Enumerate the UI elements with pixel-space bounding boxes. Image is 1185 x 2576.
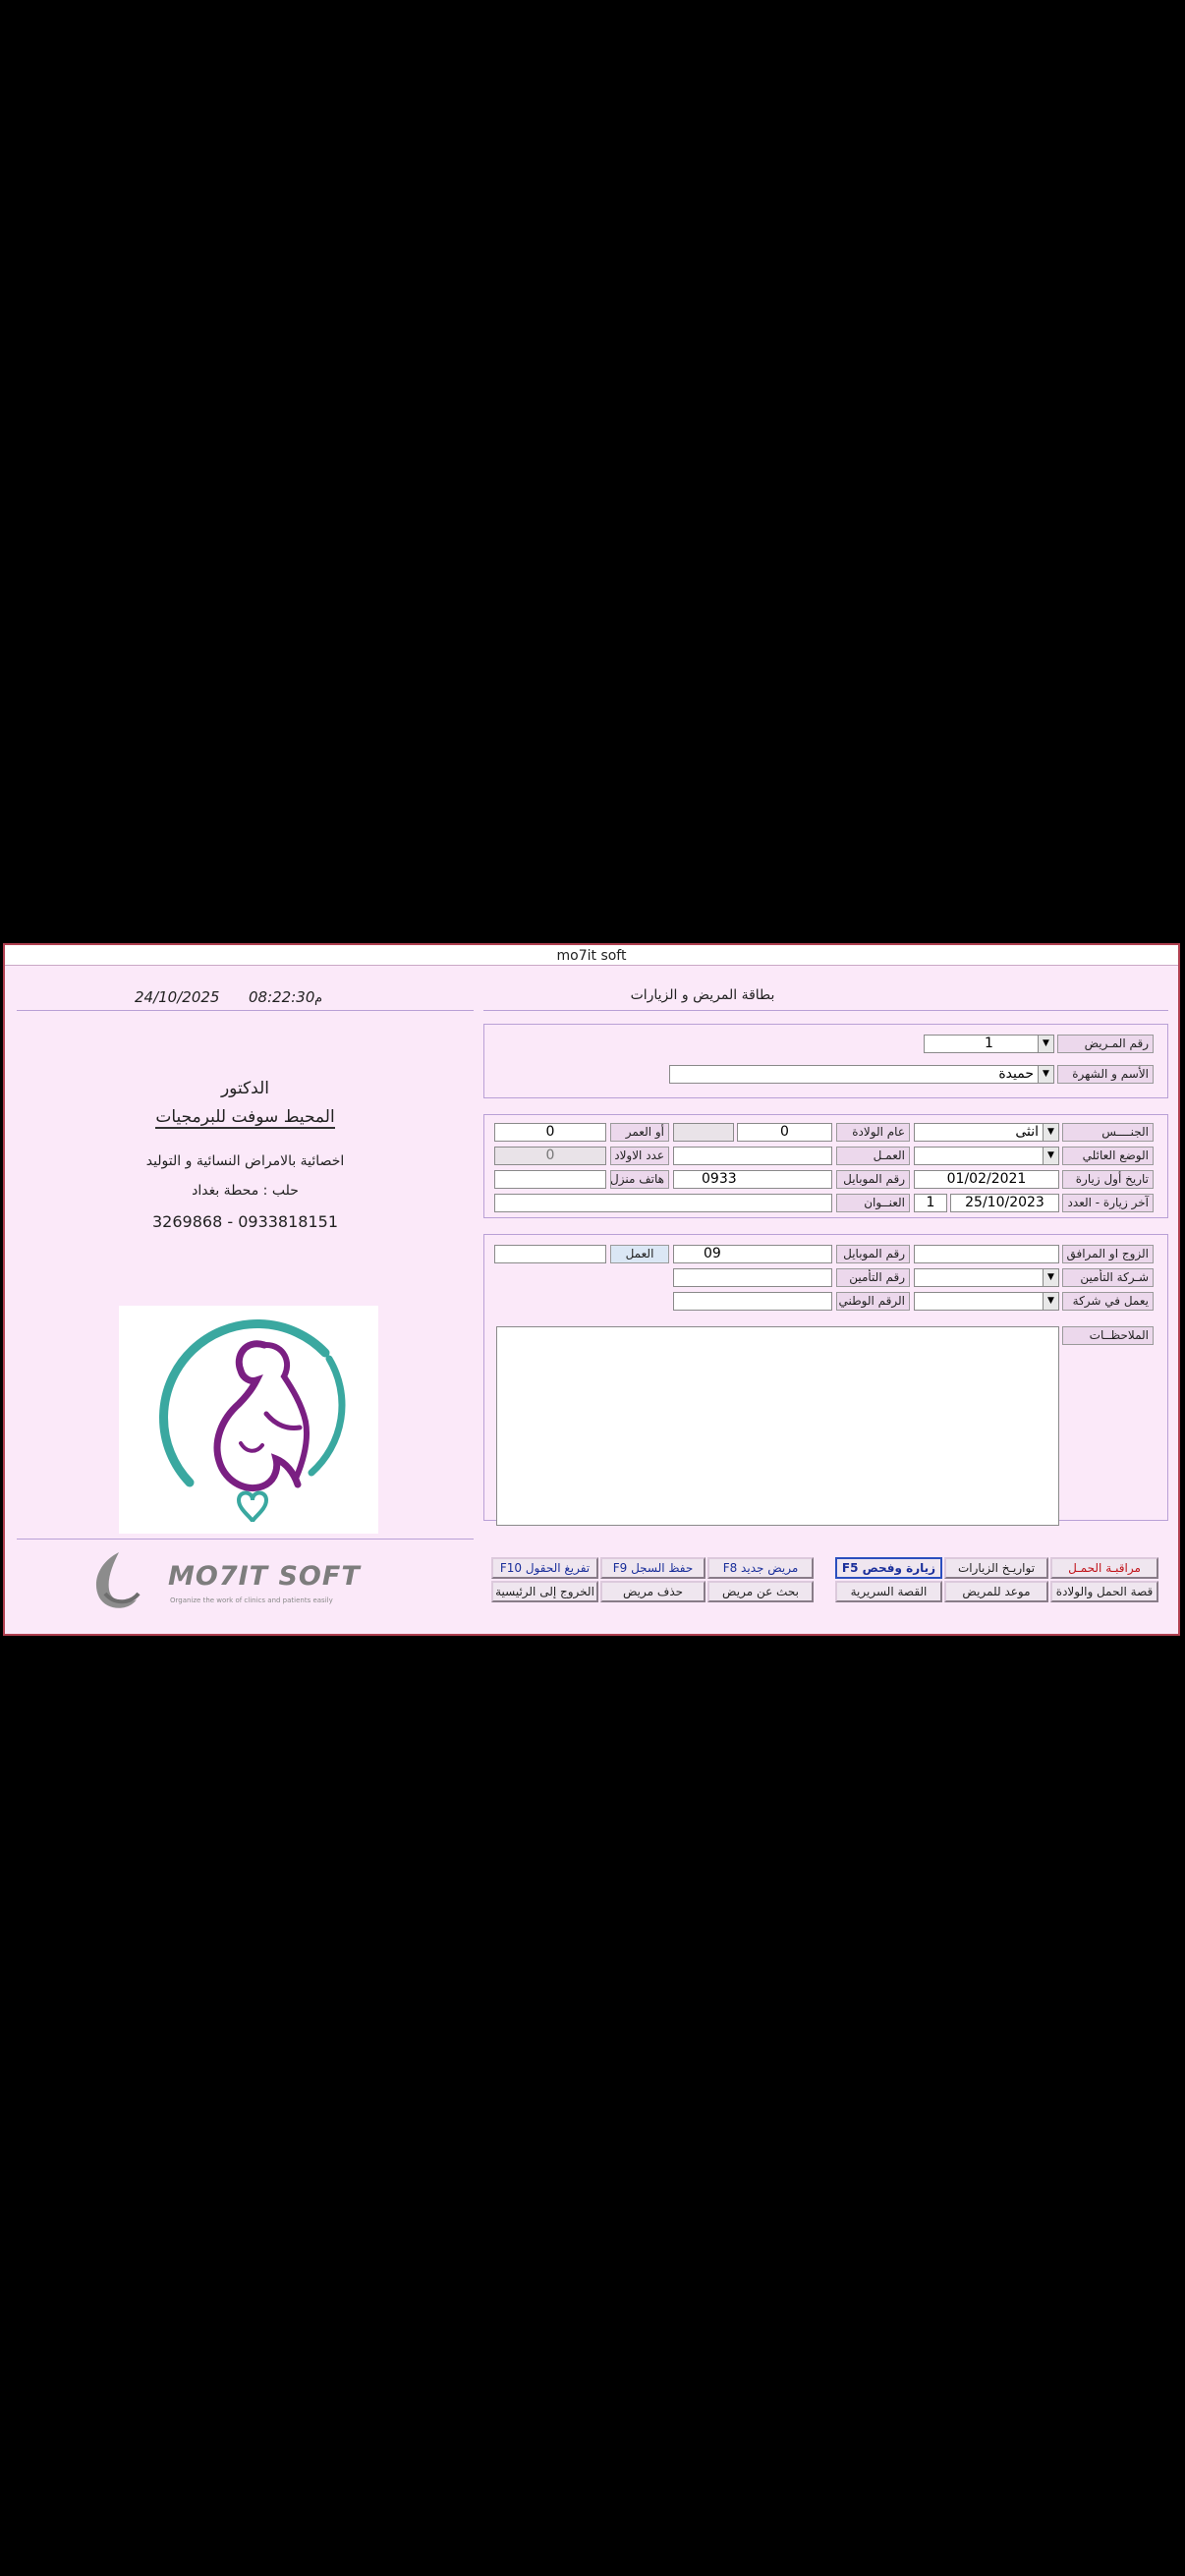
time-suffix: م: [314, 991, 323, 1006]
chevron-down-icon[interactable]: ▼: [1043, 1269, 1058, 1286]
doctor-specialty: اخصائية بالامراض النسائية و التوليد: [145, 1153, 345, 1169]
national-id-label: الرقم الوطني: [836, 1292, 910, 1311]
gender-value: انثى: [1015, 1124, 1039, 1140]
title-bar: mo7it soft: [5, 945, 1178, 966]
work-field[interactable]: [673, 1147, 832, 1165]
employer-field[interactable]: ▼: [914, 1292, 1059, 1311]
visit-exam-button[interactable]: زيارة وفحص F5: [835, 1557, 942, 1579]
back-main-button[interactable]: الخروج إلى الرئيسية: [491, 1581, 598, 1602]
chevron-down-icon[interactable]: ▼: [1043, 1148, 1058, 1164]
visit-count-field: 1: [914, 1194, 947, 1212]
doctor-name: المحيط سوفت للبرمجيات: [17, 1107, 474, 1129]
home-phone-label: هاتف منزل: [610, 1170, 669, 1189]
mo7itsoft-swirl-icon: [85, 1548, 144, 1615]
pregnancy-logo-image: [119, 1306, 378, 1534]
employer-label: يعمل في شركة: [1062, 1292, 1154, 1311]
pregnancy-birth-history-button[interactable]: قصة الحمل والولادة: [1050, 1581, 1158, 1602]
brand-tagline: Organize the work of clinics and patient…: [170, 1596, 333, 1604]
patient-name-value: حميدة: [998, 1066, 1034, 1082]
chevron-down-icon[interactable]: ▼: [1043, 1293, 1058, 1310]
insurance-number-label: رقم التأمين: [836, 1268, 910, 1287]
last-visit-label: آخر زيارة - العدد: [1062, 1194, 1154, 1212]
pregnancy-logo-icon: [159, 1319, 346, 1523]
children-field: 0: [494, 1147, 606, 1165]
current-time: 08:22:30: [249, 988, 315, 1006]
notes-textarea[interactable]: [496, 1326, 1059, 1526]
work-label: العمـل: [836, 1147, 910, 1165]
new-patient-button[interactable]: مريض جديد F8: [707, 1557, 814, 1579]
home-phone-field[interactable]: [494, 1170, 606, 1189]
clinical-history-button[interactable]: القصة السريرية: [835, 1581, 942, 1602]
section-title: بطاقة المريض و الزيارات: [630, 987, 775, 1003]
left-divider-bottom: [17, 1539, 474, 1540]
birth-year-field[interactable]: 0: [737, 1123, 832, 1142]
pregnancy-monitor-button[interactable]: مراقبـة الحمـل: [1050, 1557, 1158, 1579]
chevron-down-icon[interactable]: ▼: [1038, 1066, 1053, 1083]
address-label: العنــوان: [836, 1194, 910, 1212]
patient-appointment-button[interactable]: موعد للمريض: [944, 1581, 1048, 1602]
marital-label: الوضع العائلي: [1062, 1147, 1154, 1165]
birth-year-aux-field: [673, 1123, 734, 1142]
insurance-company-field[interactable]: ▼: [914, 1268, 1059, 1287]
first-visit-field[interactable]: 01/02/2021: [914, 1170, 1059, 1189]
right-divider-top: [483, 1010, 1168, 1011]
age-label: أو العمر: [610, 1123, 669, 1142]
doctor-name-text: المحيط سوفت للبرمجيات: [155, 1107, 335, 1129]
current-date: 24/10/2025: [135, 988, 220, 1006]
doctor-phones: 0933818151 - 3269868: [151, 1212, 338, 1231]
children-label: عدد الاولاد: [610, 1147, 669, 1165]
patient-name-label: الأسم و الشهرة: [1057, 1065, 1154, 1084]
search-patient-button[interactable]: بحث عن مريض: [707, 1581, 814, 1602]
left-divider-top: [17, 1010, 474, 1011]
brand-name: MO7IT SOFT: [168, 1561, 361, 1592]
spouse-mobile-label: رقم الموبايل: [836, 1245, 910, 1263]
national-id-field[interactable]: [673, 1292, 832, 1311]
doctor-title: الدكتور: [220, 1079, 270, 1098]
spouse-mobile-field[interactable]: 09: [673, 1245, 832, 1263]
spouse-work-label: العمل: [610, 1245, 669, 1263]
first-visit-label: تاريخ أول زيارة: [1062, 1170, 1154, 1189]
spouse-work-field[interactable]: [494, 1245, 606, 1263]
patient-number-value: 1: [985, 1036, 993, 1051]
visit-dates-button[interactable]: تواريـخ الزيارات: [944, 1557, 1048, 1579]
save-record-button[interactable]: حفظ السجل F9: [600, 1557, 705, 1579]
patient-number-field[interactable]: 1 ▼: [924, 1035, 1054, 1053]
mobile-label: رقم الموبايل: [836, 1170, 910, 1189]
patient-name-field[interactable]: حميدة ▼: [669, 1065, 1054, 1084]
insurance-company-label: شـركة التأمين: [1062, 1268, 1154, 1287]
window-title: mo7it soft: [556, 948, 627, 964]
gender-label: الجنــــس: [1062, 1123, 1154, 1142]
chevron-down-icon[interactable]: ▼: [1038, 1036, 1053, 1052]
age-field[interactable]: 0: [494, 1123, 606, 1142]
last-visit-field: 25/10/2023: [950, 1194, 1059, 1212]
spouse-field[interactable]: [914, 1245, 1059, 1263]
mobile-field[interactable]: 0933: [673, 1170, 832, 1189]
doctor-address: حلب : محطة بغداد: [192, 1183, 299, 1199]
notes-label: الملاحظــات: [1062, 1326, 1154, 1345]
insurance-number-field[interactable]: [673, 1268, 832, 1287]
clear-fields-button[interactable]: تفريغ الحقول F10: [491, 1557, 598, 1579]
delete-patient-button[interactable]: حذف مريض: [600, 1581, 705, 1602]
address-field[interactable]: [494, 1194, 832, 1212]
patient-number-label: رقم المـريض: [1057, 1035, 1154, 1053]
main-window: mo7it soft 24/10/2025 08:22:30 م بطاقة ا…: [3, 943, 1180, 1636]
marital-field[interactable]: ▼: [914, 1147, 1059, 1165]
chevron-down-icon[interactable]: ▼: [1043, 1124, 1058, 1141]
birth-year-label: عام الولادة: [836, 1123, 910, 1142]
spouse-label: الزوج او المرافق: [1062, 1245, 1154, 1263]
gender-field[interactable]: انثى ▼: [914, 1123, 1059, 1142]
